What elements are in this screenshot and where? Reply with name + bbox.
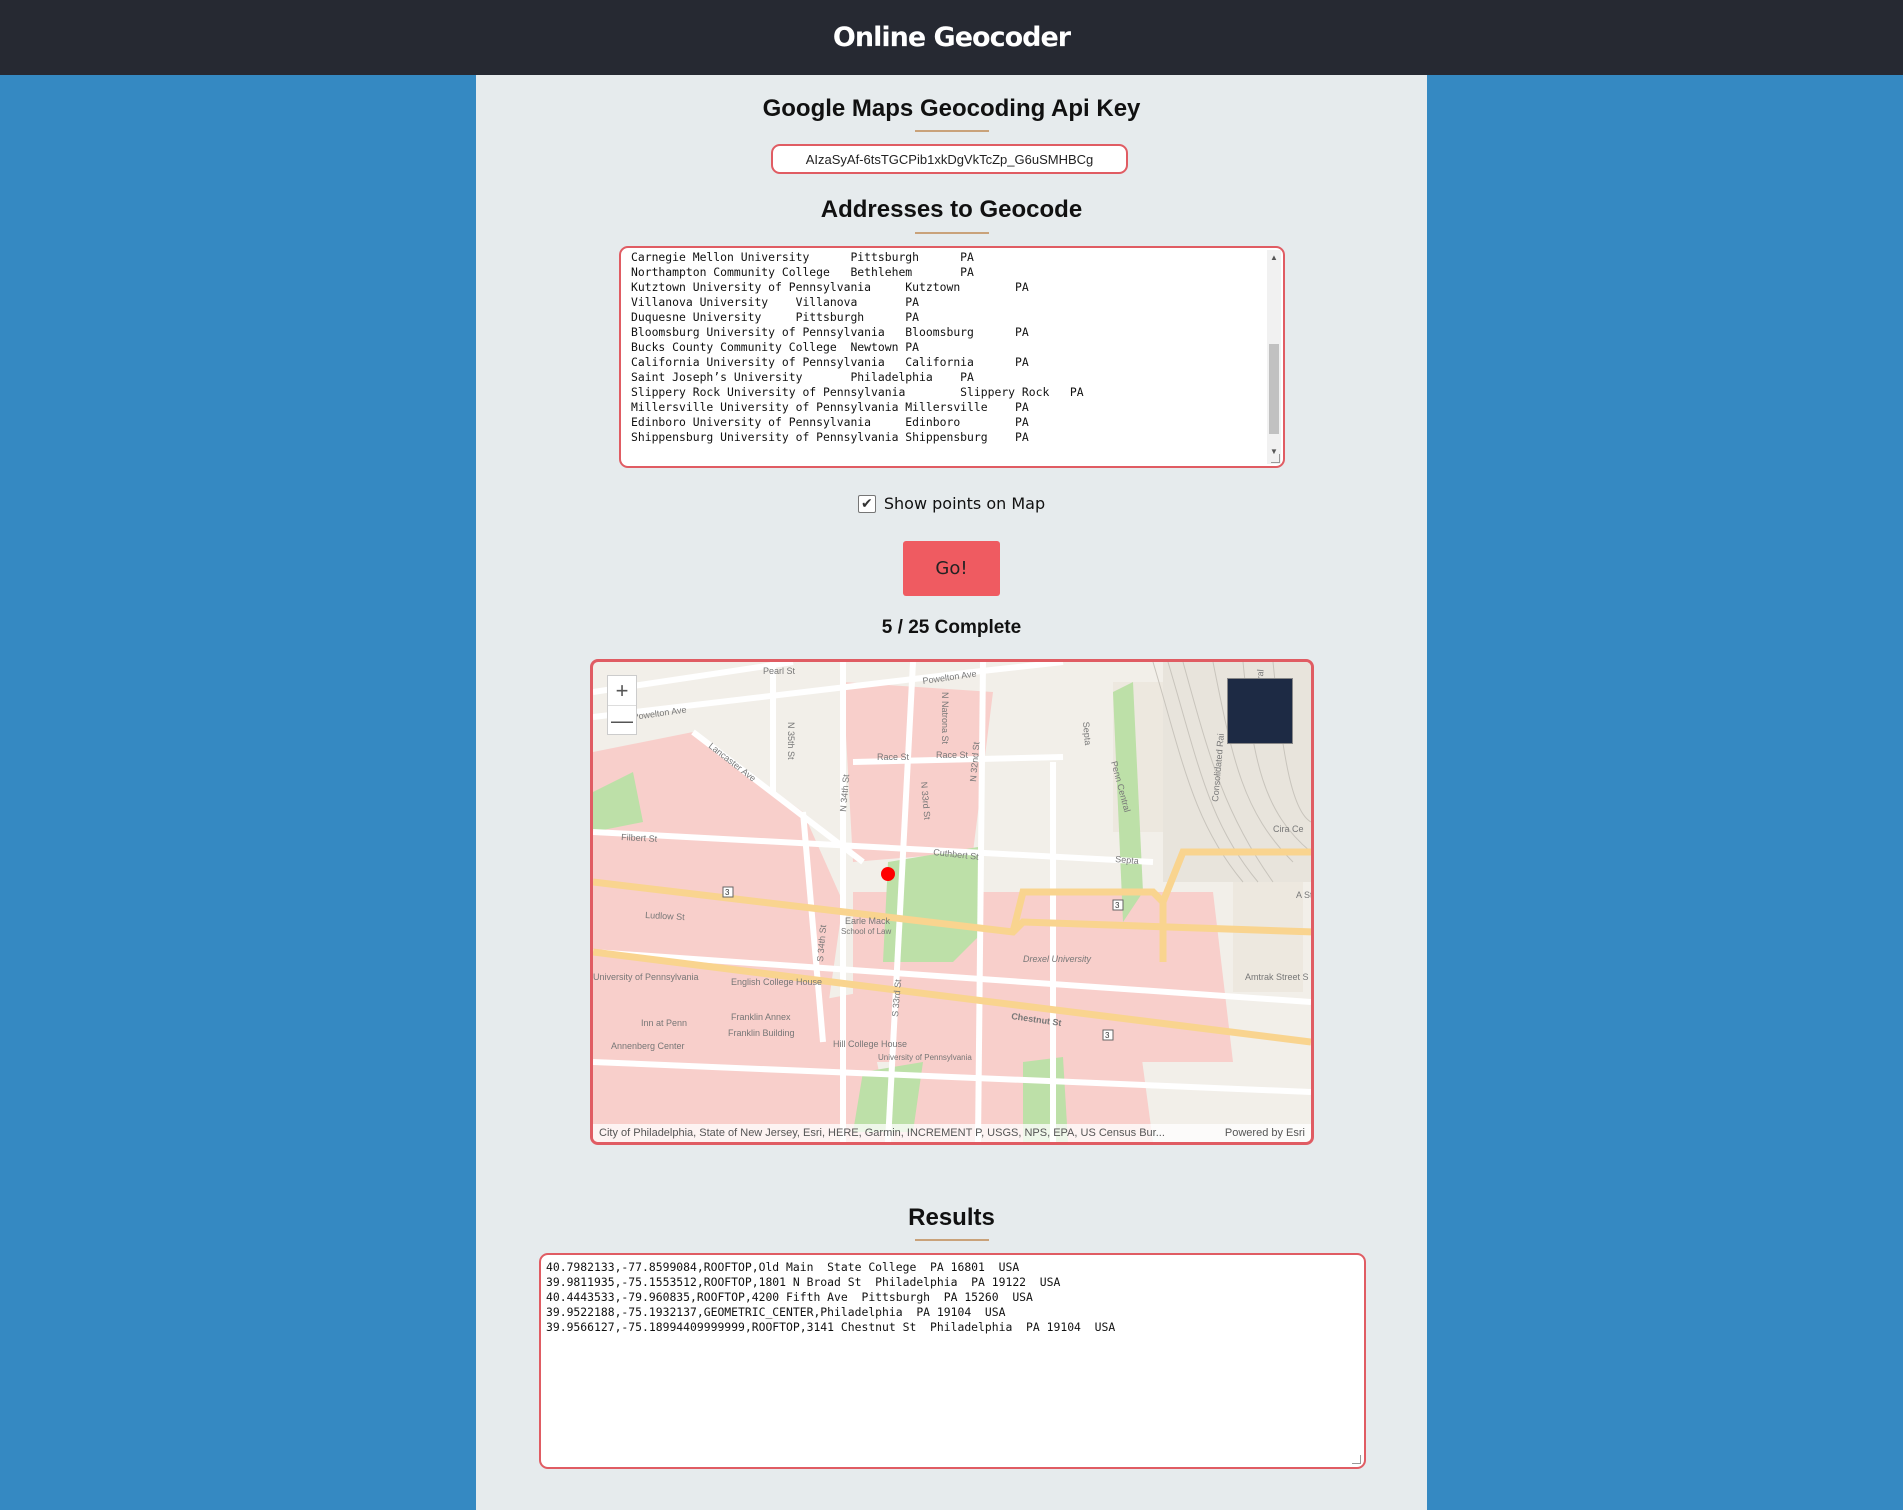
addresses-title: Addresses to Geocode [820, 196, 1083, 223]
map-label-amtrak-street: Amtrak Street S [1245, 972, 1309, 982]
api-key-title: Google Maps Geocoding Api Key [762, 95, 1141, 122]
map-attribution: City of Philadelphia, State of New Jerse… [593, 1124, 1311, 1142]
map-label-university-of-pennsylvania: University of Pennsylvania [593, 972, 699, 982]
resize-grip-icon[interactable] [1271, 454, 1280, 463]
map-label-hill-college-house: Hill College House [833, 1039, 907, 1049]
scroll-up-arrow-icon[interactable]: ▲ [1267, 250, 1281, 264]
resize-grip-icon[interactable] [1352, 1455, 1361, 1464]
map-label-franklin-annex: Franklin Annex [731, 1012, 791, 1022]
map-label-n-34th-st: N 34th St [838, 773, 851, 812]
map-label-n-35th-st: N 35th St [786, 722, 796, 760]
map-label-powelton-ave-2: Powelton Ave [922, 669, 977, 686]
geocoded-point[interactable] [881, 867, 895, 881]
basemap: Pearl St Powelton Ave Powelton Ave Lanca… [593, 662, 1311, 1142]
zoom-out-button[interactable]: — [608, 706, 636, 735]
map-label-a-st: A St [1296, 890, 1311, 900]
route-shield-3: 3 [1115, 901, 1120, 910]
map-label-race-st-1: Race St [877, 752, 910, 762]
main-panel: Google Maps Geocoding Api Key Addresses … [476, 75, 1427, 1510]
addresses-textarea[interactable]: Carnegie Mellon University Pittsburgh PA… [619, 246, 1285, 468]
map-label-university-of-pennsylvania-2: University of Pennsylvania [878, 1053, 972, 1062]
show-points-checkbox[interactable]: ✔ [857, 494, 876, 513]
app-title: Online Geocoder [832, 22, 1071, 53]
map-label-race-st-2: Race St [936, 750, 969, 760]
map-label-septa-1: Septa [1081, 721, 1093, 745]
map-label-pearl-st: Pearl St [763, 666, 796, 676]
results-text: 40.7982133,-77.8599084,ROOFTOP,Old Main … [546, 1260, 1116, 1334]
title-underline [915, 1239, 989, 1241]
map-label-cira-centre: Cira Ce [1273, 824, 1304, 834]
api-key-input[interactable] [771, 144, 1128, 174]
route-shield-3: 3 [725, 888, 730, 897]
basemap-toggle-thumbnail[interactable] [1227, 678, 1293, 744]
attribution-powered-by: Powered by Esri [1224, 1127, 1305, 1139]
map-label-n-natrona-st: N Natrona St [940, 692, 950, 745]
map-label-filbert-st: Filbert St [621, 832, 658, 844]
results-title: Results [908, 1204, 995, 1231]
route-shield-3: 3 [1105, 1031, 1110, 1040]
map-label-inn-at-penn: Inn at Penn [641, 1018, 687, 1028]
progress-status: 5 / 25 Complete [881, 617, 1022, 638]
go-button[interactable]: Go! [903, 541, 1000, 596]
title-underline [915, 130, 989, 132]
map-label-franklin-building: Franklin Building [728, 1028, 795, 1038]
map-label-english-college-house: English College House [731, 977, 822, 987]
checkmark-icon: ✔ [860, 495, 873, 512]
map-label-drexel-university: Drexel University [1023, 954, 1092, 964]
attribution-sources: City of Philadelphia, State of New Jerse… [599, 1127, 1165, 1139]
map-label-school-of-law: School of Law [841, 927, 891, 936]
map-view[interactable]: Pearl St Powelton Ave Powelton Ave Lanca… [590, 659, 1314, 1145]
results-textarea[interactable]: 40.7982133,-77.8599084,ROOFTOP,Old Main … [539, 1253, 1366, 1469]
show-points-row: ✔ Show points on Map [476, 494, 1427, 513]
scroll-thumb[interactable] [1269, 344, 1279, 434]
show-points-label: Show points on Map [883, 494, 1046, 513]
addresses-scrollbar[interactable]: ▲ ▼ [1267, 250, 1281, 464]
map-label-ludlow-st: Ludlow St [645, 910, 685, 922]
map-label-annenberg-center: Annenberg Center [611, 1041, 685, 1051]
map-label-septa-2: Septa [1115, 854, 1139, 866]
app-header: Online Geocoder [0, 0, 1903, 75]
zoom-in-button[interactable]: + [608, 676, 636, 706]
zoom-control: + — [607, 675, 637, 735]
title-underline [915, 232, 989, 234]
map-label-earle-mack: Earle Mack [845, 916, 891, 926]
addresses-text: Carnegie Mellon University Pittsburgh PA… [631, 250, 1084, 444]
